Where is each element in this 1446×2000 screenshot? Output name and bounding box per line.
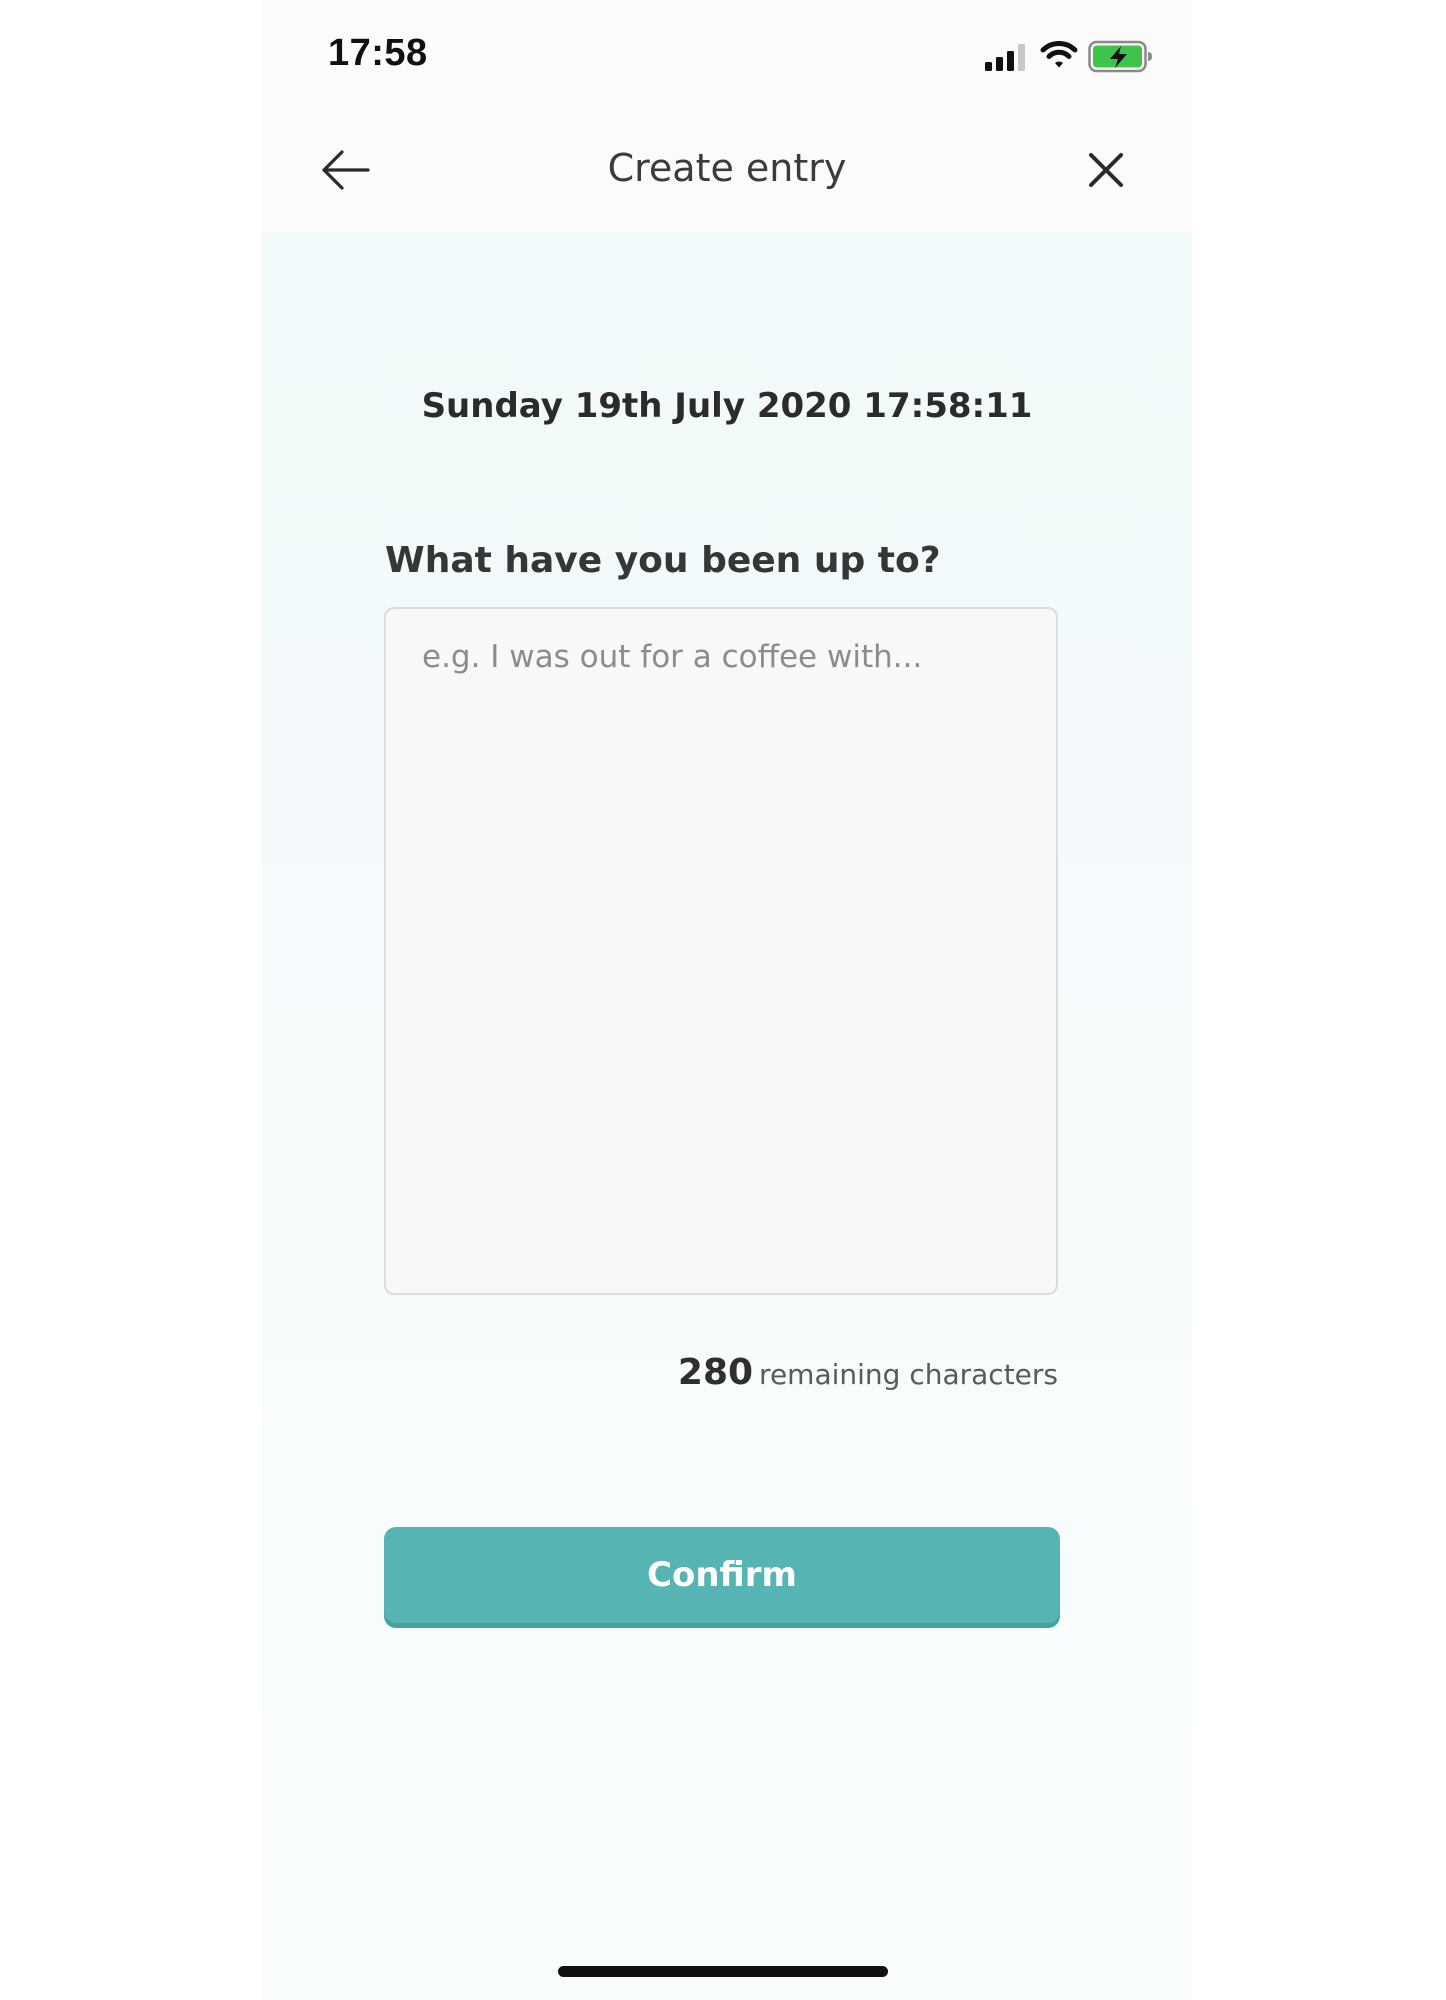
screen: 17:58 Create entry Sunday 19th July 2020…	[0, 0, 1446, 2000]
battery-charging-icon	[1088, 40, 1152, 73]
entry-text-input[interactable]	[384, 607, 1058, 1295]
confirm-button[interactable]: Confirm	[384, 1527, 1060, 1623]
signal-icon	[985, 44, 1025, 71]
status-time: 17:58	[328, 32, 428, 74]
entry-question-label: What have you been up to?	[385, 540, 941, 581]
page-title: Create entry	[607, 146, 847, 190]
remaining-characters: 280 remaining characters	[678, 1352, 1058, 1393]
remaining-characters-count: 280	[677, 1352, 754, 1393]
home-indicator	[558, 1966, 888, 1977]
close-icon[interactable]	[1088, 152, 1124, 188]
app-window: 17:58 Create entry Sunday 19th July 2020…	[262, 0, 1192, 2000]
remaining-characters-label: remaining characters	[759, 1358, 1058, 1391]
wifi-icon	[1040, 41, 1078, 68]
entry-date: Sunday 19th July 2020 17:58:11	[421, 386, 1033, 426]
